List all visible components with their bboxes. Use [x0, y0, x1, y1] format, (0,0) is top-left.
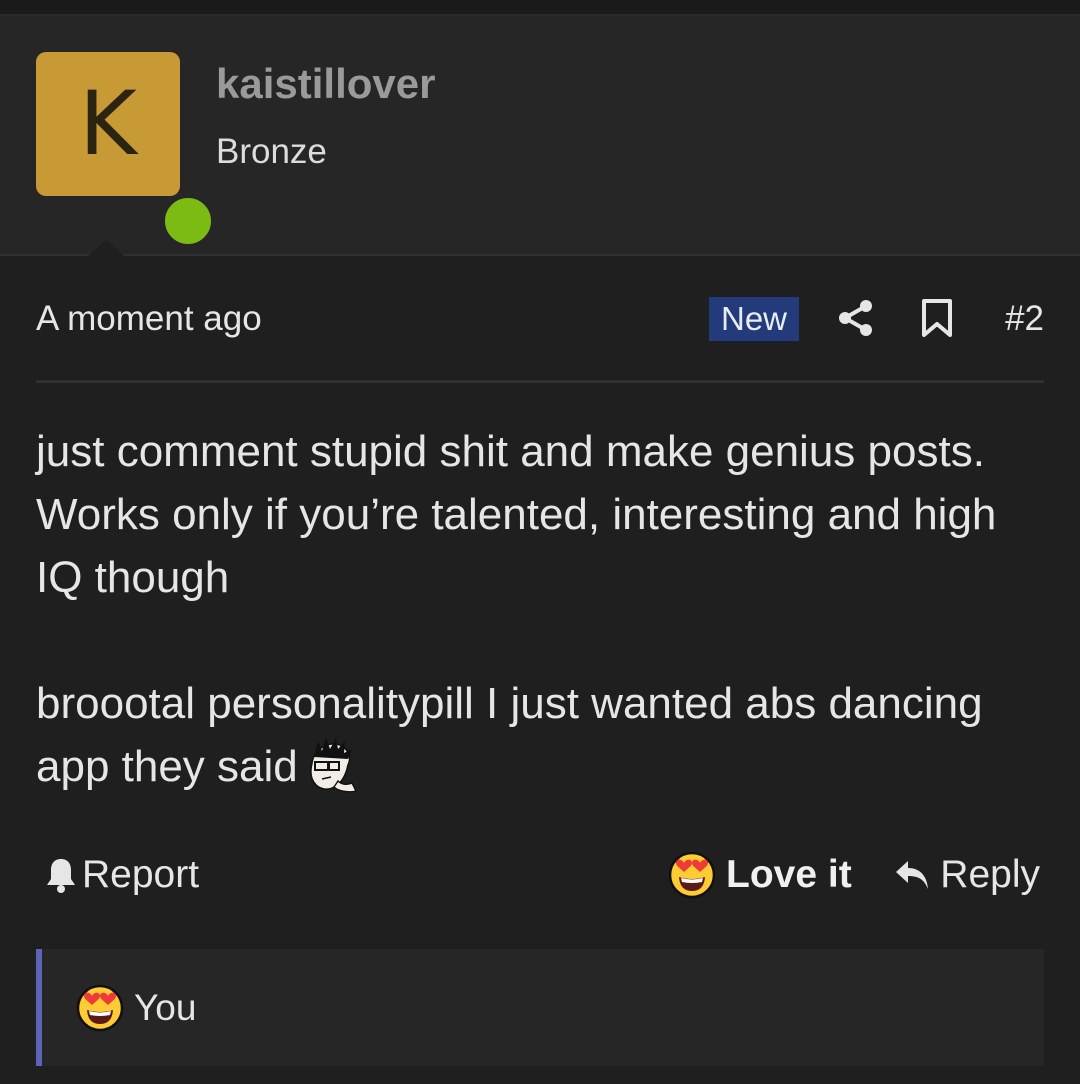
reply-arrow-icon [896, 861, 929, 889]
post-body: just comment stupid shit and make genius… [36, 420, 1044, 798]
post-timestamp[interactable]: A moment ago [36, 299, 262, 339]
user-header: K kaistillover Bronze [0, 16, 1080, 272]
reaction-entry: You [76, 983, 196, 1033]
user-rank: Bronze [216, 132, 327, 171]
bookmark-icon[interactable] [919, 298, 955, 338]
report-button[interactable]: Report [44, 848, 199, 902]
username[interactable]: kaistillover [216, 60, 435, 108]
online-status-indicator [160, 193, 216, 249]
reply-label: Reply [940, 853, 1040, 896]
post-actions: Report Love it Reply [36, 848, 1044, 902]
report-label: Report [82, 853, 200, 896]
heart-eyes-emoji-icon [668, 851, 716, 899]
sketch-face-emoji-icon [309, 737, 357, 793]
post-meta: A moment ago New #2 [36, 296, 1044, 342]
share-icon[interactable] [836, 298, 876, 338]
reaction-user: You [134, 987, 197, 1028]
reply-button[interactable]: Reply [894, 848, 1040, 902]
header-pointer [70, 240, 142, 272]
heart-eyes-emoji-icon [76, 984, 124, 1032]
love-it-label: Love it [726, 853, 852, 896]
post-paragraph-text: broootal personalitypill I just wanted a… [36, 679, 983, 791]
post-number[interactable]: #2 [1005, 299, 1044, 339]
new-badge: New [709, 297, 799, 341]
reactions-bar[interactable]: You [36, 949, 1044, 1066]
avatar[interactable]: K [36, 52, 216, 249]
bell-icon [47, 859, 75, 893]
top-border [0, 0, 1080, 16]
divider [36, 380, 1044, 383]
post-paragraph: just comment stupid shit and make genius… [36, 427, 997, 602]
love-it-button[interactable]: Love it [668, 848, 852, 902]
post-paragraph-with-emoji: broootal personalitypill I just wanted a… [36, 672, 1044, 798]
avatar-letter: K [79, 72, 137, 175]
